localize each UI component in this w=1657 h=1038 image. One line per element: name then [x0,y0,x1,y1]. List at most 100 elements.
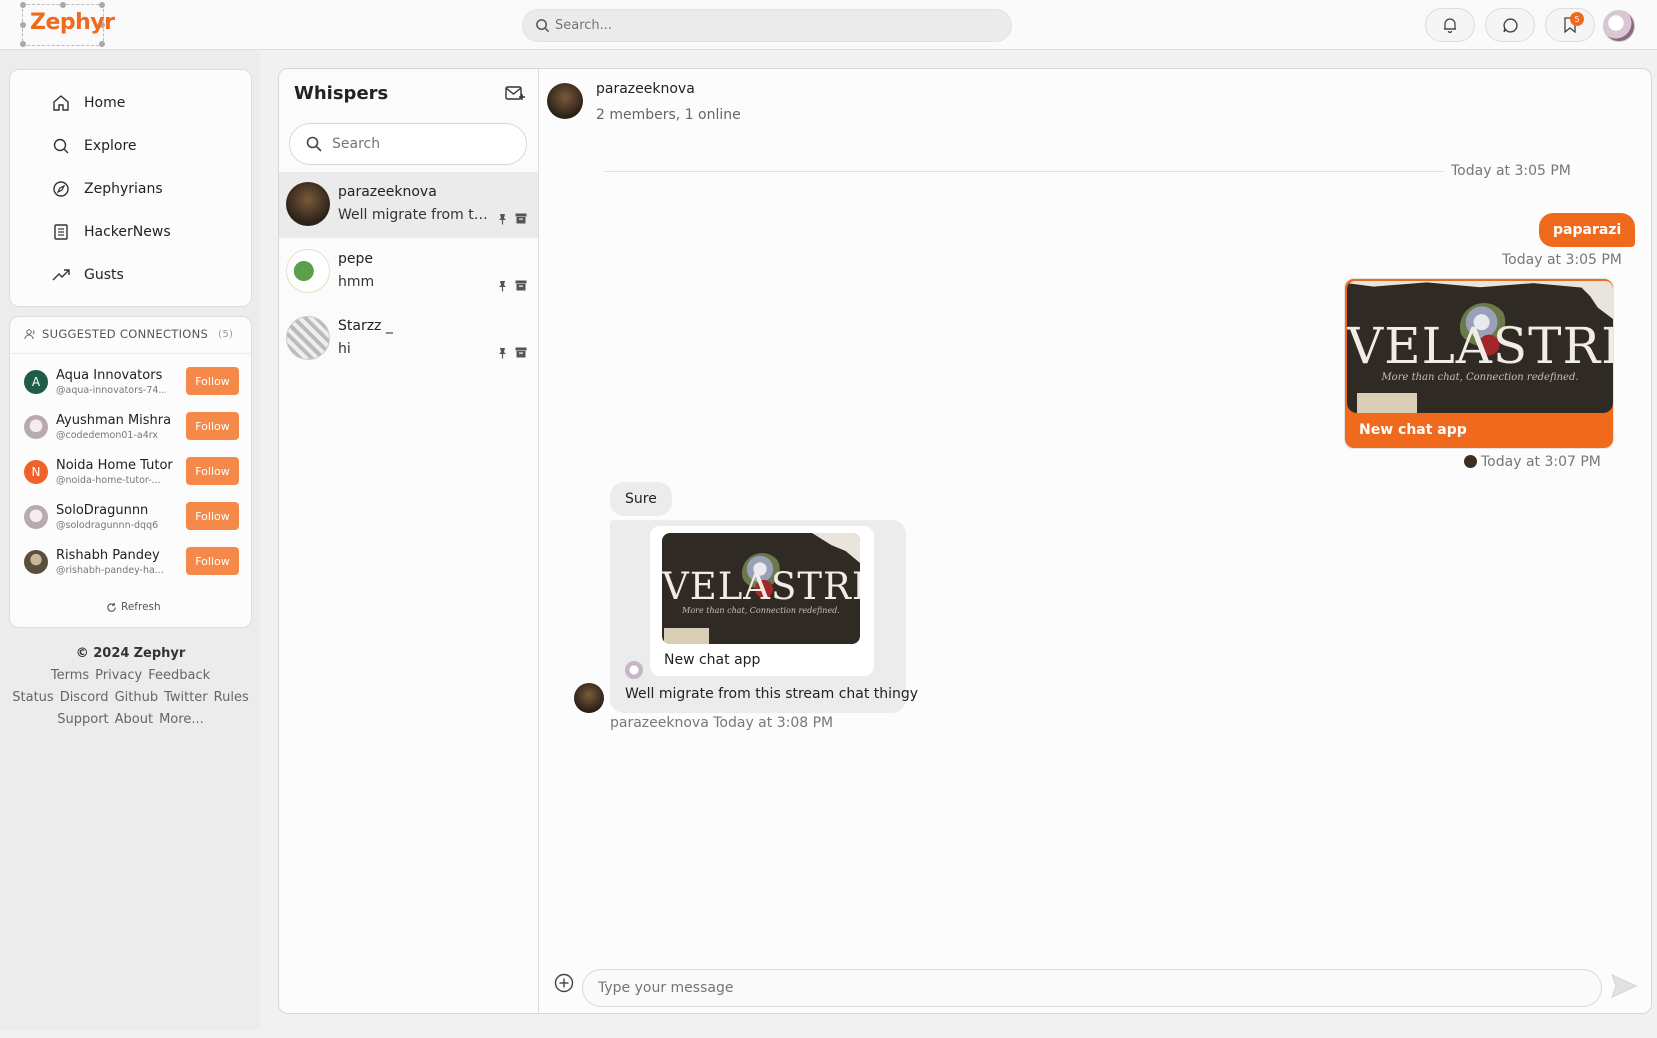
footer-link-support[interactable]: Support [57,712,108,727]
link-card-caption: New chat app [1359,422,1467,438]
footer-link-more[interactable]: More... [159,712,204,727]
avatar[interactable] [24,550,48,574]
sidebar-item-label: HackerNews [84,224,171,240]
connection-handle: @solodragunnn-dqq6 [56,520,159,531]
message-timestamp: Today at 3:07 PM [1464,454,1601,470]
chat-area: parazeeknova 2 members, 1 online Today a… [539,69,1651,1013]
connection-name[interactable]: Aqua Innovators [56,368,162,383]
link-preview-image: VELASTRIA More than chat, Connection red… [1347,281,1613,413]
messages-button[interactable] [1485,8,1535,42]
follow-button[interactable]: Follow [186,502,239,530]
footer-link-feedback[interactable]: Feedback [148,668,210,683]
add-attachment-icon[interactable] [554,973,574,993]
message-meta: parazeeknova Today at 3:08 PM [610,715,834,731]
avatar[interactable] [24,415,48,439]
footer-link-privacy[interactable]: Privacy [95,668,142,683]
image-wordmark: VELASTRIA [1347,317,1613,375]
follow-button[interactable]: Follow [186,457,239,485]
archive-icon[interactable] [515,213,527,224]
sidebar-item-label: Zephyrians [84,181,163,197]
whispers-search[interactable] [289,123,527,165]
connection-name[interactable]: SoloDragunnn [56,503,148,518]
image-wordmark: VELASTRIA [662,565,860,608]
message-timestamp-text: Today at 3:07 PM [1481,454,1601,470]
compass-icon [53,181,69,197]
image-tagline: More than chat, Connection redefined. [1381,372,1579,383]
pin-icon[interactable] [497,213,508,225]
connection-item: SoloDragunnn @solodragunnn-dqq6 Follow [24,501,244,541]
sidebar-item-hackernews[interactable]: HackerNews [52,220,242,244]
sidebar-item-home[interactable]: Home [52,91,242,115]
archive-icon[interactable] [515,280,527,291]
footer-link-about[interactable]: About [115,712,153,727]
incoming-message-group[interactable]: VELASTRIA More than chat, Connection red… [610,520,918,713]
date-separator-time: Today at 3:05 PM [1451,163,1571,179]
bookmarks-button[interactable]: 5 [1545,8,1595,42]
message-input-wrapper[interactable] [582,969,1602,1007]
avatar[interactable] [24,505,48,529]
search-icon [306,136,322,152]
date-separator-line [604,171,1444,172]
refresh-button[interactable]: Refresh [106,601,161,613]
trending-icon [52,269,70,281]
incoming-message-text: Well migrate from this stream chat thing… [625,686,919,702]
sidebar-nav: Home Explore Zephyrians HackerNews Gusts [9,69,252,307]
whispers-title: Whispers [294,83,389,104]
avatar [286,182,330,226]
archive-icon[interactable] [515,347,527,358]
chat-avatar[interactable] [547,83,583,119]
compose-mail-icon[interactable] [505,84,525,102]
connection-name[interactable]: Rishabh Pandey [56,548,160,563]
footer-link-discord[interactable]: Discord [60,690,109,705]
send-icon[interactable] [1611,974,1637,998]
whispers-search-input[interactable] [332,124,512,164]
thread-preview: Well migrate from this stream chat thing… [338,207,490,223]
sidebar-item-zephyrians[interactable]: Zephyrians [52,177,242,201]
suggested-connections-header: SUGGESTED CONNECTIONS (5) [24,327,233,341]
footer: © 2024 Zephyr Terms Privacy Feedback Statu… [9,643,252,731]
chat-name[interactable]: parazeeknova [596,81,695,97]
avatar[interactable]: N [24,460,48,484]
user-avatar[interactable] [1603,10,1635,42]
sidebar-item-gusts[interactable]: Gusts [52,263,242,287]
thread-item[interactable]: Starzz _ hi [279,306,538,372]
footer-link-terms[interactable]: Terms [51,668,89,683]
connection-name[interactable]: Noida Home Tutor [56,458,173,473]
suggested-connections-card: SUGGESTED CONNECTIONS (5) A Aqua Innovat… [9,316,252,628]
whispers-sidebar: Whispers parazeeknova Well migrate from … [279,69,539,1013]
thread-preview: hmm [338,274,375,290]
top-bar: Zephyr 5 [0,0,1657,50]
footer-link-twitter[interactable]: Twitter [164,690,208,705]
incoming-link-card[interactable]: VELASTRIA More than chat, Connection red… [650,526,874,676]
sender-avatar[interactable] [574,683,604,713]
footer-link-github[interactable]: Github [115,690,159,705]
connection-item: N Noida Home Tutor @noida-home-tutor-...… [24,456,244,496]
suggested-connections-count: (5) [218,328,234,340]
search-icon [536,19,550,33]
newspaper-icon [54,224,68,240]
outgoing-message[interactable]: paparazi [1539,213,1636,247]
avatar[interactable]: A [24,370,48,394]
connection-name[interactable]: Ayushman Mishra [56,413,171,428]
follow-button[interactable]: Follow [186,412,239,440]
chat-bubble-icon [1502,17,1518,33]
users-icon [24,329,35,340]
message-input[interactable] [583,970,1601,1006]
global-search-input[interactable] [555,10,995,41]
sidebar-item-explore[interactable]: Explore [52,134,242,158]
follow-button[interactable]: Follow [186,547,239,575]
footer-link-rules[interactable]: Rules [214,690,249,705]
app-logo[interactable]: Zephyr [30,10,115,35]
incoming-message[interactable]: Sure [610,482,672,516]
pin-icon[interactable] [497,280,508,292]
footer-copyright: © 2024 [75,646,130,661]
thread-item[interactable]: pepe hmm [279,239,538,305]
notifications-button[interactable] [1425,8,1475,42]
footer-link-status[interactable]: Status [12,690,53,705]
follow-button[interactable]: Follow [186,367,239,395]
outgoing-link-card[interactable]: VELASTRIA More than chat, Connection red… [1344,278,1614,449]
pin-icon[interactable] [497,347,508,359]
thread-name: parazeeknova [338,184,437,200]
thread-item[interactable]: parazeeknova Well migrate from this stre… [279,172,538,238]
global-search[interactable] [522,9,1012,42]
